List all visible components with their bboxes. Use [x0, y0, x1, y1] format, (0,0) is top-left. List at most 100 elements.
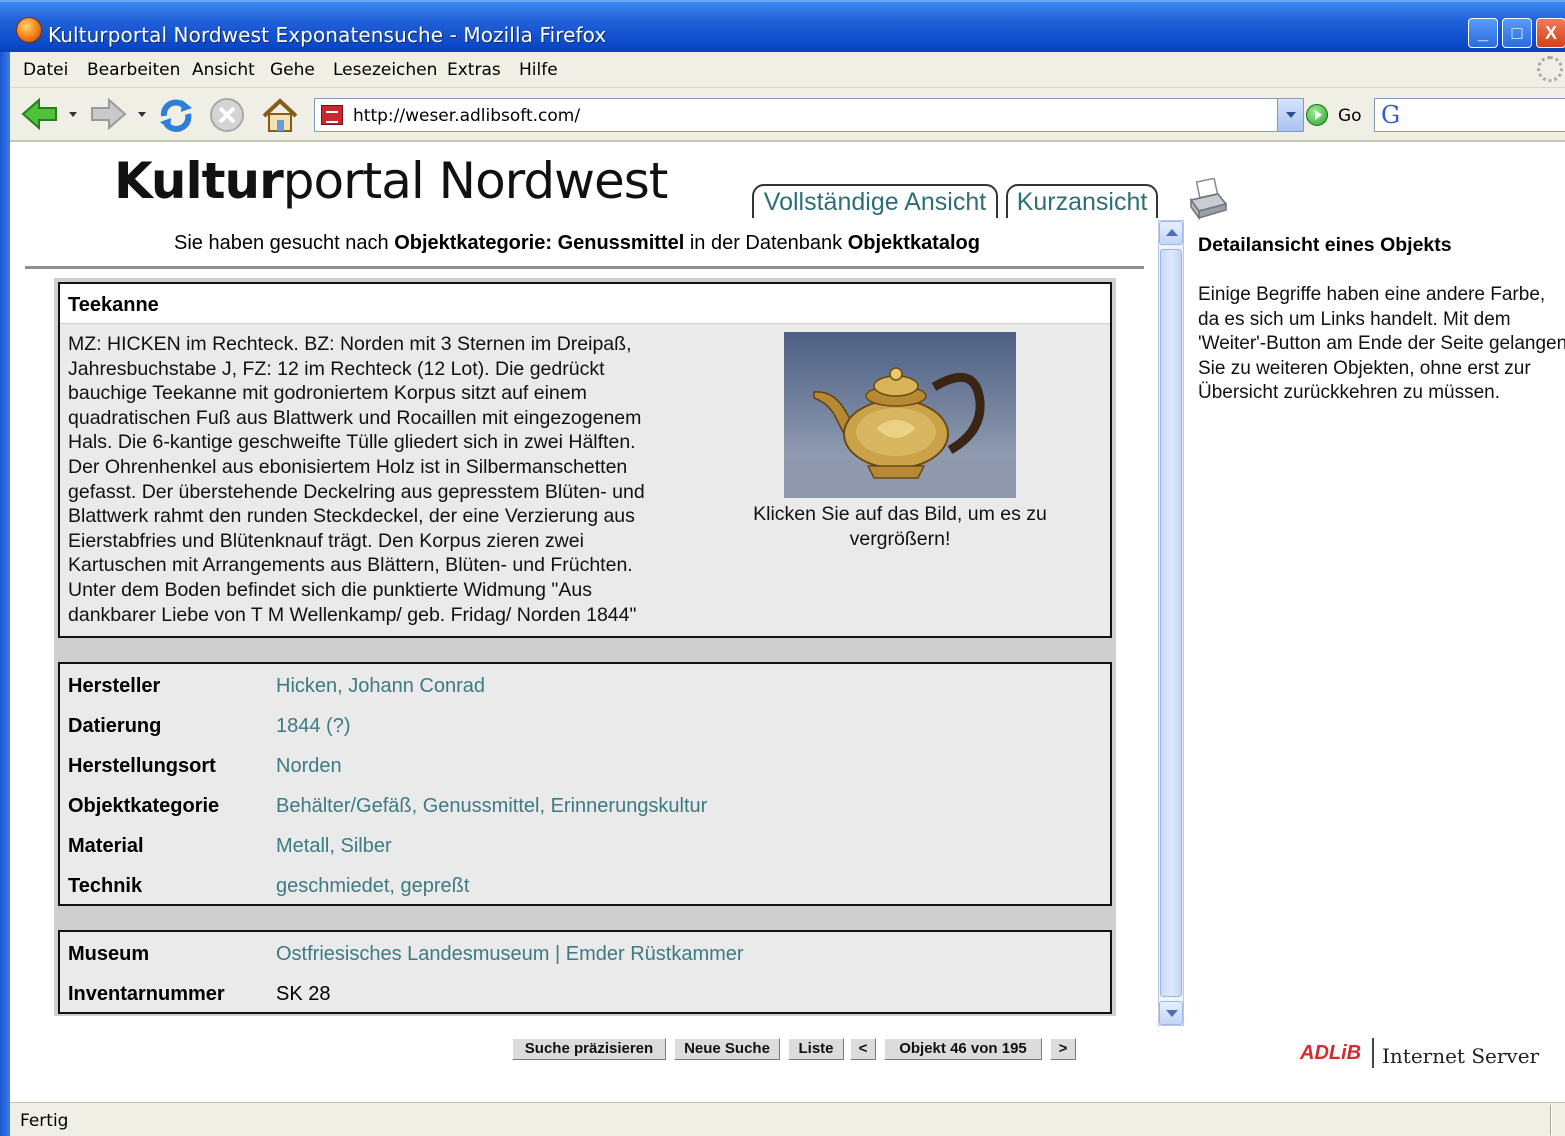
- home-icon[interactable]: [260, 96, 300, 134]
- search-box[interactable]: G: [1374, 98, 1565, 132]
- label-objektkategorie: Objektkategorie: [68, 795, 220, 817]
- url-history-dropdown[interactable]: [1277, 99, 1303, 131]
- url-text[interactable]: http://weser.adlibsoft.com/: [353, 106, 580, 126]
- value-technik: geschmiedet, gepreßt: [276, 875, 469, 898]
- go-button[interactable]: Go: [1338, 106, 1362, 126]
- separator: ,: [389, 875, 401, 897]
- maximize-button[interactable]: □: [1502, 18, 1532, 48]
- link-metall[interactable]: Metall: [276, 835, 329, 857]
- object-title: Teekanne: [68, 294, 159, 316]
- status-bar: Fertig: [10, 1102, 1565, 1136]
- window-frame-left: [0, 52, 10, 1136]
- value-inventarnummer: SK 28: [276, 983, 331, 1005]
- scroll-up-button[interactable]: [1159, 221, 1183, 245]
- menu-hilfe[interactable]: Hilfe: [519, 60, 558, 80]
- back-dropdown-icon[interactable]: [69, 112, 77, 117]
- throbber-icon: [1537, 56, 1563, 82]
- status-divider: [1550, 1105, 1552, 1135]
- label-museum: Museum: [68, 943, 150, 965]
- object-description: MZ: HICKEN im Rechteck. BZ: Norden mit 3…: [68, 333, 645, 626]
- link-erinnerungskultur[interactable]: Erinnerungskultur: [551, 795, 708, 817]
- go-icon[interactable]: [1306, 104, 1328, 126]
- result-navigation: Suche präzisieren Neue Suche Liste < Obj…: [10, 1038, 1150, 1062]
- list-button[interactable]: Liste: [788, 1038, 844, 1060]
- sidebar-help-text: Einige Begriffe haben eine andere Farbe,…: [1198, 284, 1565, 403]
- status-text: Fertig: [20, 1111, 69, 1131]
- logo-divider: [1372, 1038, 1374, 1068]
- link-silber[interactable]: Silber: [340, 835, 391, 857]
- museum-box: Museum Ostfriesisches Landesmuseum | Emd…: [58, 930, 1112, 1014]
- forward-dropdown-icon[interactable]: [138, 112, 146, 117]
- separator: ,: [329, 835, 341, 857]
- internet-server-label: Internet Server: [1382, 1044, 1540, 1068]
- google-search-icon[interactable]: G: [1381, 101, 1400, 129]
- label-technik: Technik: [68, 875, 143, 897]
- reload-icon[interactable]: [156, 96, 196, 134]
- site-logo[interactable]: Kulturportal Nordwest: [114, 152, 669, 210]
- search-database: Objektkatalog: [847, 232, 980, 254]
- menu-bearbeiten[interactable]: Bearbeiten: [87, 60, 180, 80]
- value-museum[interactable]: Ostfriesisches Landesmuseum | Emder Rüst…: [276, 943, 744, 966]
- teapot-image[interactable]: [784, 332, 1016, 498]
- value-objektkategorie: Behälter/Gefäß, Genussmittel, Erinnerung…: [276, 795, 707, 818]
- value-herstellungsort[interactable]: Norden: [276, 755, 342, 778]
- label-hersteller: Hersteller: [68, 675, 161, 697]
- url-bar[interactable]: http://weser.adlibsoft.com/: [314, 98, 1304, 132]
- label-datierung: Datierung: [68, 715, 162, 737]
- value-material: Metall, Silber: [276, 835, 392, 858]
- object-description-box: Teekanne MZ: HICKEN im Rechteck. BZ: Nor…: [58, 282, 1112, 638]
- next-button[interactable]: >: [1050, 1038, 1076, 1060]
- divider: [25, 266, 1144, 269]
- object-position-button[interactable]: Objekt 46 von 195: [884, 1038, 1042, 1060]
- printer-icon[interactable]: [1188, 178, 1228, 220]
- label-herstellungsort: Herstellungsort: [68, 755, 216, 777]
- image-caption: Klicken Sie auf das Bild, um es zu vergr…: [753, 503, 1047, 550]
- menu-datei[interactable]: Datei: [23, 60, 68, 80]
- logo-bold: Kultur: [114, 152, 284, 210]
- menu-bar: Datei Bearbeiten Ansicht Gehe Lesezeiche…: [10, 52, 1565, 88]
- window-title: Kulturportal Nordwest Exponatensuche - M…: [48, 23, 607, 47]
- minimize-button[interactable]: _: [1468, 18, 1498, 48]
- page-content: Kulturportal Nordwest Vollständige Ansic…: [10, 142, 1565, 1102]
- scroll-thumb[interactable]: [1160, 249, 1182, 997]
- label-material: Material: [68, 835, 144, 857]
- object-details-box: Hersteller Hicken, Johann Conrad Datieru…: [58, 662, 1112, 906]
- separator: ,: [539, 795, 551, 817]
- forward-icon[interactable]: [88, 96, 128, 132]
- search-term: Objektkategorie: Genussmittel: [394, 232, 685, 254]
- site-favicon-icon: [321, 105, 343, 125]
- stop-icon[interactable]: [208, 96, 246, 134]
- teapot-picture: [784, 367, 1016, 498]
- logo-rest: portal Nordwest: [282, 152, 669, 210]
- close-button[interactable]: X: [1536, 18, 1565, 48]
- new-search-button[interactable]: Neue Suche: [674, 1038, 780, 1060]
- object-title-bar: Teekanne: [60, 284, 1110, 324]
- tab-full-view[interactable]: Vollständige Ansicht: [752, 184, 998, 218]
- tab-short-view[interactable]: Kurzansicht: [1006, 184, 1158, 218]
- search-prefix: Sie haben gesucht nach: [174, 232, 395, 254]
- value-datierung[interactable]: 1844 (?): [276, 715, 351, 738]
- search-summary: Sie haben gesucht nach Objektkategorie: …: [10, 232, 1144, 255]
- menu-extras[interactable]: Extras: [447, 60, 501, 80]
- link-geschmiedet[interactable]: geschmiedet: [276, 875, 389, 897]
- back-icon[interactable]: [20, 96, 60, 132]
- menu-gehe[interactable]: Gehe: [270, 60, 315, 80]
- previous-button[interactable]: <: [850, 1038, 876, 1060]
- adlib-logo[interactable]: ADLiB: [1300, 1042, 1361, 1065]
- label-inventarnummer: Inventarnummer: [68, 983, 225, 1005]
- menu-lesezeichen[interactable]: Lesezeichen: [333, 60, 437, 80]
- frame-scrollbar[interactable]: [1158, 220, 1184, 1026]
- search-middle: in der Datenbank: [684, 232, 848, 254]
- menu-ansicht[interactable]: Ansicht: [192, 60, 255, 80]
- refine-search-button[interactable]: Suche präzisieren: [512, 1038, 666, 1060]
- link-genussmittel[interactable]: Genussmittel: [423, 795, 540, 817]
- navigation-toolbar: http://weser.adlibsoft.com/ Go G: [10, 88, 1565, 142]
- scroll-down-button[interactable]: [1159, 1001, 1183, 1025]
- title-bar: Kulturportal Nordwest Exponatensuche - M…: [0, 0, 1565, 52]
- sidebar-title: Detailansicht eines Objekts: [1198, 234, 1452, 256]
- link-gepresst[interactable]: gepreßt: [401, 875, 470, 897]
- value-hersteller[interactable]: Hicken, Johann Conrad: [276, 675, 485, 698]
- firefox-icon: [16, 17, 42, 43]
- separator: ,: [411, 795, 423, 817]
- link-behaelter-gefaess[interactable]: Behälter/Gefäß: [276, 795, 412, 817]
